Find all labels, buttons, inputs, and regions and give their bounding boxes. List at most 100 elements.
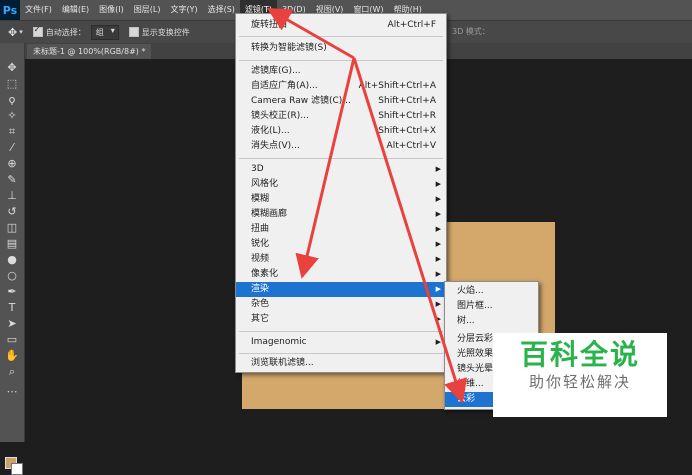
menu-item-browse-online-filters[interactable]: 浏览联机滤镜...	[236, 356, 446, 371]
submenu-arrow-icon: ▶	[435, 285, 441, 293]
submenu-item-label: 火焰...	[457, 286, 484, 296]
crop-tool-icon[interactable]: ⌗	[4, 125, 20, 139]
menu-item-label: 液化(L)...	[251, 126, 290, 136]
menu-separator	[239, 353, 443, 354]
menu-item-label: 旋转扭曲	[251, 20, 288, 30]
show-transform-label: 显示变换控件	[141, 27, 190, 37]
menu-item-vanishing-point[interactable]: 消失点(V)... Alt+Ctrl+V	[236, 139, 446, 154]
eraser-tool-icon[interactable]: ◫	[4, 221, 20, 235]
menu-edit[interactable]: 编辑(E)	[57, 0, 94, 20]
more-tools-icon[interactable]: ⋯	[4, 385, 20, 399]
menu-item-distort[interactable]: 扭曲 ▶	[236, 222, 446, 237]
tools-panel: ✥ ⬚ ϙ ✧ ⌗ ⁄ ⊕ ✎ ⊥ ↺ ◫ ▤ ● ○ ✒ T ➤ ▭ ✋ ⌕ …	[0, 43, 25, 475]
history-brush-icon[interactable]: ↺	[4, 205, 20, 219]
menu-item-label: 模糊画廊	[251, 209, 288, 219]
brush-tool-icon[interactable]: ✎	[4, 173, 20, 187]
menu-item-label: 滤镜库(G)...	[251, 66, 301, 76]
submenu-arrow-icon: ▶	[435, 255, 441, 263]
menu-type[interactable]: 文字(Y)	[165, 0, 202, 20]
menu-item-shortcut: Shift+Ctrl+A	[378, 96, 436, 106]
menu-item-lens-correction[interactable]: 镜头校正(R)... Shift+Ctrl+R	[236, 109, 446, 124]
menu-item-camera-raw[interactable]: Camera Raw 滤镜(C)... Shift+Ctrl+A	[236, 94, 446, 109]
menu-layer[interactable]: 图层(L)	[129, 0, 166, 20]
submenu-item-label: 纤维...	[457, 379, 484, 389]
filter-menu: 旋转扭曲 Alt+Ctrl+F 转换为智能滤镜(S) 滤镜库(G)... 自适应…	[235, 13, 447, 373]
menu-item-render[interactable]: 渲染 ▶	[236, 282, 446, 297]
move-tool-icon[interactable]: ✥	[4, 61, 20, 75]
menu-item-twirl[interactable]: 旋转扭曲 Alt+Ctrl+F	[236, 18, 446, 33]
menu-item-shortcut: Shift+Ctrl+X	[378, 126, 436, 136]
submenu-arrow-icon: ▶	[435, 180, 441, 188]
submenu-item-label: 图片框...	[457, 301, 493, 311]
menu-item-label: 像素化	[251, 269, 279, 279]
pen-tool-icon[interactable]: ✒	[4, 285, 20, 299]
tool-preset-chevron-icon[interactable]: ▾	[19, 28, 23, 36]
menu-separator	[239, 331, 443, 332]
healing-brush-icon[interactable]: ⊕	[4, 157, 20, 171]
menu-item-shortcut: Alt+Shift+Ctrl+A	[358, 81, 436, 91]
menu-item-other[interactable]: 其它 ▶	[236, 312, 446, 327]
hand-tool-icon[interactable]: ✋	[4, 349, 20, 363]
menu-item-label: 渲染	[251, 284, 270, 294]
show-transform-checkbox[interactable]	[128, 27, 139, 37]
eyedropper-icon[interactable]: ⁄	[4, 141, 20, 155]
watermark-title: 百科全说	[519, 338, 640, 371]
background-color-swatch[interactable]	[11, 463, 23, 475]
dodge-tool-icon[interactable]: ○	[4, 269, 20, 283]
menu-item-label: 锐化	[251, 239, 270, 249]
menu-item-video[interactable]: 视频 ▶	[236, 252, 446, 267]
menu-item-pixelate[interactable]: 像素化 ▶	[236, 267, 446, 282]
menu-item-label: 模糊	[251, 194, 270, 204]
menu-item-label: 浏览联机滤镜...	[251, 358, 314, 368]
menu-item-noise[interactable]: 杂色 ▶	[236, 297, 446, 312]
submenu-arrow-icon: ▶	[435, 270, 441, 278]
submenu-arrow-icon: ▶	[435, 210, 441, 218]
submenu-item-picture-frame[interactable]: 图片框...	[445, 299, 538, 314]
submenu-arrow-icon: ▶	[435, 195, 441, 203]
lasso-tool-icon[interactable]: ϙ	[4, 93, 20, 107]
submenu-arrow-icon: ▶	[435, 240, 441, 248]
menu-separator	[239, 158, 443, 159]
menu-item-label: Imagenomic	[251, 337, 307, 347]
stamp-tool-icon[interactable]: ⊥	[4, 189, 20, 203]
menu-item-stylize[interactable]: 风格化 ▶	[236, 177, 446, 192]
menu-item-liquify[interactable]: 液化(L)... Shift+Ctrl+X	[236, 124, 446, 139]
photoshop-logo: Ps	[0, 0, 20, 20]
menu-item-label: 转换为智能滤镜(S)	[251, 43, 327, 53]
menu-image[interactable]: 图像(I)	[94, 0, 129, 20]
auto-select-checkbox[interactable]	[32, 25, 43, 37]
magic-wand-icon[interactable]: ✧	[4, 109, 20, 123]
submenu-arrow-icon: ▶	[435, 165, 441, 173]
menu-item-sharpen[interactable]: 锐化 ▶	[236, 237, 446, 252]
menu-item-convert-smart-filter[interactable]: 转换为智能滤镜(S)	[236, 41, 446, 56]
menu-item-label: 自适应广角(A)...	[251, 81, 318, 91]
menu-item-label: 杂色	[251, 299, 270, 309]
menu-item-label: 消失点(V)...	[251, 141, 300, 151]
shape-tool-icon[interactable]: ▭	[4, 333, 20, 347]
menu-item-shortcut: Alt+Ctrl+F	[387, 20, 436, 30]
menu-item-3d[interactable]: 3D ▶	[236, 162, 446, 177]
menu-file[interactable]: 文件(F)	[20, 0, 57, 20]
menu-item-label: 扭曲	[251, 224, 270, 234]
auto-select-dropdown[interactable]: 组	[90, 24, 119, 40]
move-tool-icon[interactable]: ✥	[8, 26, 17, 39]
blur-tool-icon[interactable]: ●	[4, 253, 20, 267]
submenu-item-label: 云彩	[457, 394, 476, 404]
gradient-tool-icon[interactable]: ▤	[4, 237, 20, 251]
submenu-item-flame[interactable]: 火焰...	[445, 284, 538, 299]
menu-item-filter-gallery[interactable]: 滤镜库(G)...	[236, 64, 446, 79]
menu-separator	[239, 36, 443, 37]
path-select-icon[interactable]: ➤	[4, 317, 20, 331]
submenu-item-tree[interactable]: 树...	[445, 314, 538, 329]
menu-item-imagenomic[interactable]: Imagenomic ▶	[236, 335, 446, 350]
auto-select-label: 自动选择：	[45, 27, 86, 37]
marquee-tool-icon[interactable]: ⬚	[4, 77, 20, 91]
type-tool-icon[interactable]: T	[4, 301, 20, 315]
menu-item-blur-gallery[interactable]: 模糊画廊 ▶	[236, 207, 446, 222]
menu-item-label: 镜头校正(R)...	[251, 111, 309, 121]
document-tab[interactable]: 未标题-1 @ 100%(RGB/8#) *	[27, 44, 152, 59]
zoom-tool-icon[interactable]: ⌕	[4, 365, 20, 379]
submenu-arrow-icon: ▶	[435, 300, 441, 308]
menu-item-adaptive-wide-angle[interactable]: 自适应广角(A)... Alt+Shift+Ctrl+A	[236, 79, 446, 94]
menu-item-blur[interactable]: 模糊 ▶	[236, 192, 446, 207]
